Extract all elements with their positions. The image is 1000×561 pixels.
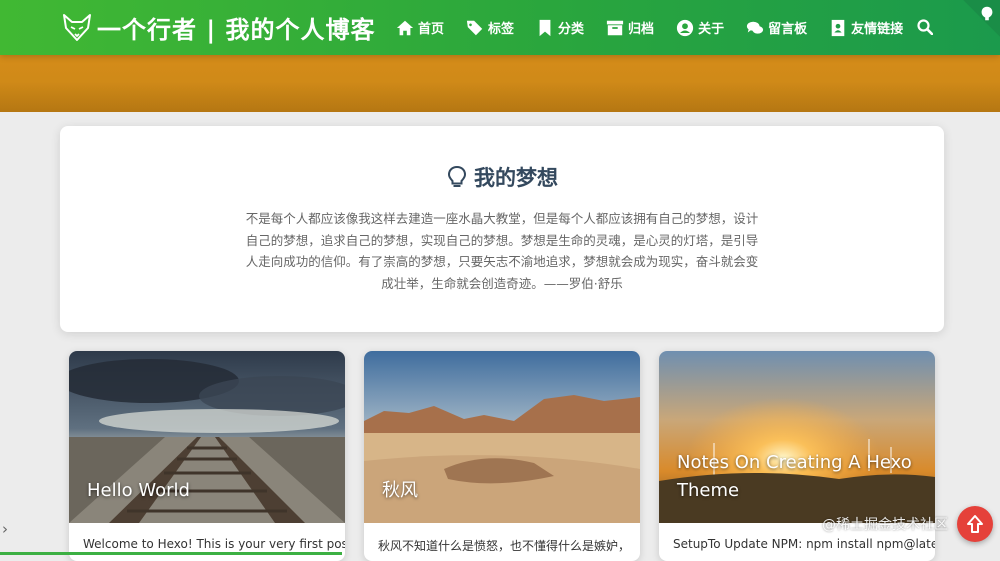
- nav-links[interactable]: 友情链接: [829, 18, 903, 37]
- tags-icon: [466, 20, 483, 35]
- comments-icon: [746, 21, 764, 34]
- post-excerpt: 秋风不知道什么是愤怒，也不懂得什么是嫉妒，: [378, 539, 631, 553]
- post-card[interactable]: Hello World Welcome to Hexo! This is you…: [69, 351, 345, 561]
- fox-logo-icon[interactable]: [62, 12, 92, 42]
- post-card[interactable]: 秋风 秋风不知道什么是愤怒，也不懂得什么是嫉妒，: [364, 351, 640, 561]
- post-excerpt: SetupTo Update NPM: npm install npm@late…: [673, 537, 935, 551]
- back-to-top-button[interactable]: [957, 506, 993, 542]
- nav-tags[interactable]: 标签: [466, 18, 514, 37]
- nav-categories[interactable]: 分类: [536, 18, 584, 37]
- post-title[interactable]: 秋风: [382, 477, 418, 505]
- home-icon: [396, 20, 414, 35]
- lightbulb-icon: [447, 165, 467, 187]
- bookmark-icon: [539, 19, 551, 36]
- main-nav: 首页 标签 分类 归档 关于 留言板 友情链接: [396, 0, 925, 55]
- nav-label: 关于: [698, 22, 725, 37]
- nav-label: 标签: [488, 22, 515, 37]
- dream-heading: 我的梦想: [60, 162, 944, 192]
- post-title[interactable]: Hello World: [87, 477, 190, 505]
- nav-about[interactable]: 关于: [676, 18, 724, 37]
- nav-label: 留言板: [768, 22, 808, 37]
- watermark: @稀土掘金技术社区: [822, 517, 948, 533]
- github-icon: [981, 6, 993, 21]
- nav-label: 分类: [558, 22, 585, 37]
- dream-title: 我的梦想: [474, 166, 558, 190]
- nav-label: 归档: [628, 22, 655, 37]
- nav-guestbook[interactable]: 留言板: [746, 18, 807, 37]
- arrow-up-icon: [967, 515, 983, 533]
- chevron-right-icon[interactable]: ›: [2, 520, 8, 538]
- archive-icon: [606, 20, 624, 35]
- nav-home[interactable]: 首页: [396, 18, 444, 37]
- nav-label: 友情链接: [851, 22, 904, 37]
- dream-card: 我的梦想 不是每个人都应该像我这样去建造一座水晶大教堂，但是每个人都应该拥有自己…: [60, 126, 944, 332]
- github-corner[interactable]: [954, 0, 1000, 46]
- top-navbar: 一个行者 | 我的个人博客 首页 标签 分类 归档 关于 留言板 友情链接: [0, 0, 1000, 55]
- post-title[interactable]: Notes On Creating A Hexo Theme: [677, 449, 917, 505]
- nav-label: 首页: [418, 22, 445, 37]
- address-card-icon: [831, 19, 845, 36]
- dream-quote: 不是每个人都应该像我这样去建造一座水晶大教堂，但是每个人都应该拥有自己的梦想，设…: [245, 211, 759, 291]
- user-icon: [676, 19, 694, 36]
- site-title[interactable]: 一个行者 | 我的个人博客: [97, 10, 375, 45]
- search-icon[interactable]: [917, 19, 933, 35]
- post-excerpt: Welcome to Hexo! This is your very first…: [83, 537, 345, 551]
- nav-archive[interactable]: 归档: [606, 18, 654, 37]
